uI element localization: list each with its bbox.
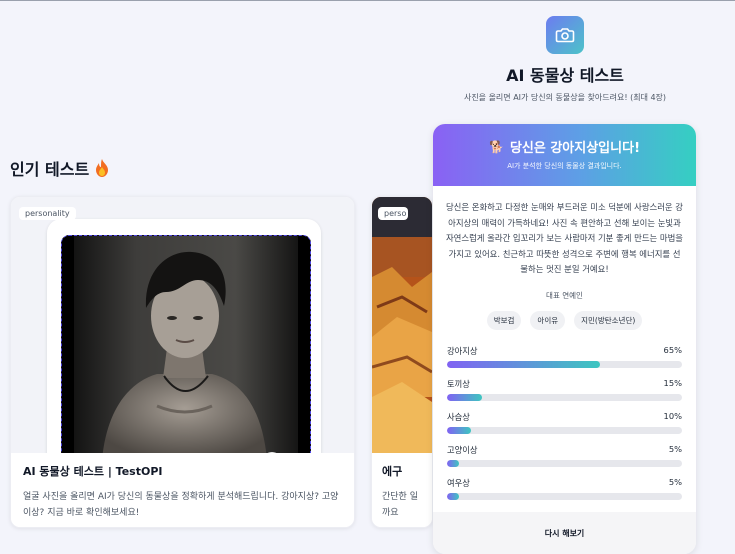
score-track [447, 492, 682, 500]
card-image-area: perso [372, 197, 432, 453]
score-percent: 5% [668, 443, 682, 454]
score-label: 고양이상 [447, 444, 478, 455]
portrait-photo [61, 235, 311, 461]
canyon-photo [372, 197, 432, 453]
phone-frame [47, 219, 321, 461]
result-title: 당신은 강아지상입니다! [509, 141, 640, 156]
camera-icon [546, 16, 584, 54]
result-card: 🐕 당신은 강아지상입니다! AI가 분석한 당신의 동물상 결과입니다. 당신… [433, 124, 696, 554]
score-fill [447, 492, 459, 500]
score-fill [447, 360, 600, 368]
category-tag: personality [19, 207, 76, 220]
test-card-animal-face[interactable]: personality AI 동물상 테스트 | TestOPI 얼굴 사진을 … [10, 196, 355, 528]
retry-button[interactable]: 다시 해보기 [433, 528, 696, 539]
card-description: 얼굴 사진을 올리면 AI가 당신의 동물상을 정확하게 분석해드립니다. 강아… [23, 492, 339, 518]
celebrity-list: 박보검 아이유 지민(방탄소년단) [433, 310, 696, 330]
category-tag: perso [378, 207, 409, 220]
score-label: 사슴상 [447, 411, 470, 422]
score-fill [447, 393, 483, 401]
result-description: 당신은 온화하고 다정한 눈매와 부드러운 미소 덕분에 사랑스러운 강아지상의… [445, 202, 684, 275]
card-title: AI 동물상 테스트 | TestOPI [23, 465, 163, 478]
result-subtitle: AI가 분석한 당신의 동물상 결과입니다. [507, 162, 622, 170]
score-percent: 15% [663, 377, 682, 388]
celebrity-label: 대표 연예인 [546, 290, 583, 300]
card-image-area: personality [11, 197, 354, 461]
card-text: 에구 간단한 일까요 [372, 453, 432, 527]
result-title-row: 🐕 당신은 강아지상입니다! [433, 124, 696, 157]
score-percent: 10% [663, 410, 682, 421]
card-text: AI 동물상 테스트 | TestOPI 얼굴 사진을 올리면 AI가 당신의 … [11, 453, 354, 527]
app-subtitle: 사진을 올리면 AI가 당신의 동물상을 찾아드려요! (최대 4장) [463, 93, 667, 102]
celebrity-chip: 아이유 [530, 310, 566, 330]
app-title: AI 동물상 테스트 [506, 66, 624, 85]
score-track [447, 426, 682, 434]
score-label: 여우상 [447, 477, 470, 488]
score-fill [447, 459, 459, 467]
celebrity-chip: 지민(방탄소년단) [574, 310, 643, 330]
score-track [447, 393, 682, 401]
score-fill [447, 426, 471, 434]
score-track [447, 360, 682, 368]
score-label: 토끼상 [447, 378, 470, 389]
score-row: 토끼상 15% [447, 378, 682, 401]
score-track [447, 459, 682, 467]
popular-tests-title: 인기 테스트 [10, 160, 90, 179]
score-row: 여우상 5% [447, 477, 682, 500]
score-bars: 강아지상 65% 토끼상 15% 사슴상 10% 고양이상 5% 여우상 5% [447, 345, 682, 500]
score-label: 강아지상 [447, 345, 478, 356]
dog-icon: 🐕 [488, 139, 504, 154]
fire-icon [95, 159, 109, 177]
celebrity-chip: 박보검 [486, 310, 522, 330]
score-percent: 5% [668, 476, 682, 487]
score-row: 고양이상 5% [447, 444, 682, 467]
score-row: 강아지상 65% [447, 345, 682, 368]
score-percent: 65% [663, 344, 682, 355]
card-description: 간단한 일까요 [382, 492, 418, 518]
top-border [0, 0, 735, 1]
test-card-partial[interactable]: perso 에구 간단한 일까요 [371, 196, 433, 528]
score-row: 사슴상 10% [447, 411, 682, 434]
result-header: 🐕 당신은 강아지상입니다! AI가 분석한 당신의 동물상 결과입니다. [433, 124, 696, 186]
popular-tests-heading: 인기 테스트 [10, 156, 109, 180]
card-title: 에구 [382, 465, 403, 478]
